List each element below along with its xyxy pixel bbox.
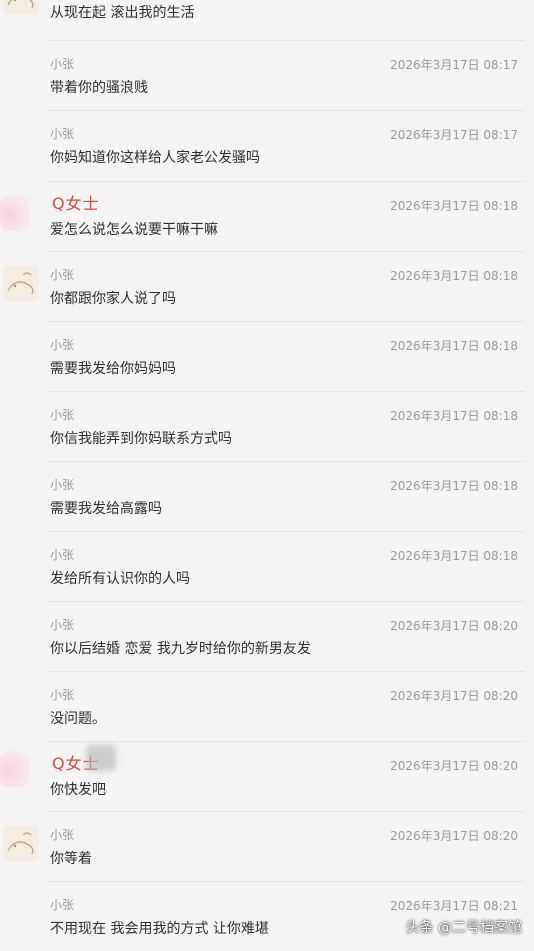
- chat-history-list[interactable]: 从现在起 滚出我的生活 小张 2026年3月17日 08:17 带着你的骚浪贱 …: [0, 0, 534, 945]
- message-text: 你信我能弄到你妈联系方式吗: [50, 431, 232, 447]
- q-lady-avatar[interactable]: [0, 195, 30, 231]
- message-timestamp: 2026年3月17日 08:17: [390, 58, 518, 72]
- message-timestamp: 2026年3月17日 08:20: [390, 689, 518, 703]
- sender-name: Q女士: [52, 194, 100, 213]
- message-text: 爱怎么说怎么说要干嘛干嘛: [50, 222, 218, 238]
- divider: [48, 461, 524, 462]
- sender-name: 小张: [50, 828, 75, 842]
- message-text: 带着你的骚浪贱: [50, 80, 148, 96]
- message-item: Q女士 2026年3月17日 08:20 你快发吧: [0, 741, 534, 811]
- xiaozhang-avatar[interactable]: [3, 265, 39, 301]
- message-text: 从现在起 滚出我的生活: [50, 5, 195, 21]
- message-item: Q女士 2026年3月17日 08:18 爱怎么说怎么说要干嘛干嘛: [0, 181, 534, 251]
- message-timestamp: 2026年3月17日 08:20: [390, 759, 518, 773]
- sender-name: 小张: [50, 898, 75, 912]
- divider: [48, 881, 524, 882]
- message-timestamp: 2026年3月17日 08:20: [390, 829, 518, 843]
- message-text: 需要我发给高露吗: [50, 501, 162, 517]
- divider: [48, 671, 524, 672]
- redaction-blur: [86, 745, 116, 771]
- message-text: 你以后结婚 恋爱 我九岁时给你的新男友发: [50, 641, 311, 657]
- sender-name: 小张: [50, 688, 75, 702]
- message-item: 小张 2026年3月17日 08:20 没问题。: [0, 671, 534, 741]
- divider: [48, 110, 524, 111]
- message-timestamp: 2026年3月17日 08:18: [390, 549, 518, 563]
- message-item: 小张 2026年3月17日 08:21 不用现在 我会用我的方式 让你难堪: [0, 881, 534, 951]
- message-text: 你快发吧: [50, 782, 106, 798]
- sender-name: 小张: [50, 57, 75, 71]
- message-text: 发给所有认识你的人吗: [50, 571, 190, 587]
- divider: [48, 321, 524, 322]
- xiaozhang-avatar[interactable]: [3, 825, 39, 861]
- message-text: 你妈知道你这样给人家老公发骚吗: [50, 150, 260, 166]
- divider: [48, 391, 524, 392]
- divider: [48, 601, 524, 602]
- message-timestamp: 2026年3月17日 08:21: [390, 899, 518, 913]
- sender-name: 小张: [50, 127, 75, 141]
- sender-name: 小张: [50, 338, 75, 352]
- message-item: 小张 2026年3月17日 08:18 需要我发给高露吗: [0, 461, 534, 531]
- message-item: 小张 2026年3月17日 08:18 需要我发给你妈妈吗: [0, 321, 534, 391]
- message-item: 小张 2026年3月17日 08:17 带着你的骚浪贱: [0, 40, 534, 110]
- message-timestamp: 2026年3月17日 08:20: [390, 619, 518, 633]
- message-text: 你都跟你家人说了吗: [50, 291, 176, 307]
- divider: [48, 40, 524, 41]
- divider: [48, 251, 524, 252]
- message-item: 小张 2026年3月17日 08:20 你以后结婚 恋爱 我九岁时给你的新男友发: [0, 601, 534, 671]
- xiaozhang-avatar[interactable]: [3, 0, 39, 15]
- message-text: 不用现在 我会用我的方式 让你难堪: [50, 921, 269, 937]
- message-text: 没问题。: [50, 711, 106, 727]
- message-text: 你等着: [50, 851, 92, 867]
- message-item: 小张 2026年3月17日 08:20 你等着: [0, 811, 534, 881]
- divider: [48, 811, 524, 812]
- message-item: 小张 2026年3月17日 08:18 你信我能弄到你妈联系方式吗: [0, 391, 534, 461]
- message-item: 小张 2026年3月17日 08:18 你都跟你家人说了吗: [0, 251, 534, 321]
- message-timestamp: 2026年3月17日 08:18: [390, 199, 518, 213]
- message-item: 小张 2026年3月17日 08:18 发给所有认识你的人吗: [0, 531, 534, 601]
- sender-name: 小张: [50, 478, 75, 492]
- message-timestamp: 2026年3月17日 08:18: [390, 269, 518, 283]
- watermark: 头条 @二号档案馆: [405, 920, 522, 936]
- q-lady-avatar[interactable]: [0, 751, 30, 787]
- sender-name: 小张: [50, 408, 75, 422]
- sender-name: 小张: [50, 618, 75, 632]
- message-timestamp: 2026年3月17日 08:18: [390, 339, 518, 353]
- message-text: 需要我发给你妈妈吗: [50, 361, 176, 377]
- message-timestamp: 2026年3月17日 08:18: [390, 409, 518, 423]
- divider: [48, 741, 524, 742]
- divider: [48, 531, 524, 532]
- sender-name: 小张: [50, 268, 75, 282]
- message-item: 小张 2026年3月17日 08:17 你妈知道你这样给人家老公发骚吗: [0, 110, 534, 180]
- message-item: 从现在起 滚出我的生活: [0, 0, 534, 35]
- message-timestamp: 2026年3月17日 08:17: [390, 128, 518, 142]
- message-timestamp: 2026年3月17日 08:18: [390, 479, 518, 493]
- sender-name: 小张: [50, 548, 75, 562]
- divider: [48, 181, 524, 182]
